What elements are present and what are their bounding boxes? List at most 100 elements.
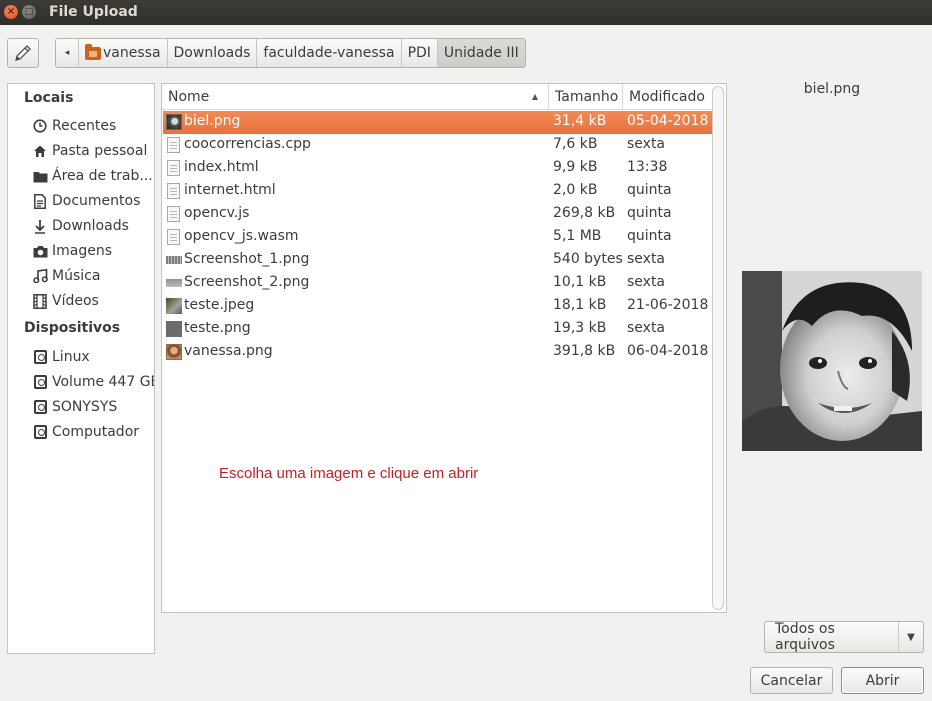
file-row[interactable]: opencv_js.wasm 5,1 MB quinta [163, 226, 713, 249]
file-type-filter[interactable]: Todos os arquivos ▼ [764, 621, 924, 653]
title-bar: × □ File Upload [0, 0, 932, 25]
instruction-text: Escolha uma imagem e clique em abrir [219, 465, 479, 482]
file-name: opencv.js [184, 205, 250, 221]
window-title: File Upload [49, 4, 138, 20]
folder-icon [32, 168, 48, 184]
crumb-faculdade-vanessa[interactable]: faculdade-vanessa [256, 39, 400, 67]
file-name: teste.jpeg [184, 297, 255, 313]
column-header-modified[interactable]: Modificado [623, 84, 713, 110]
sidebar-item-area-de-trabalho[interactable]: Área de trab... [32, 165, 153, 187]
file-row[interactable]: vanessa.png 391,8 kB 06-04-2018 [163, 341, 713, 364]
file-list: Nome ▲ Tamanho Modificado biel.png 31,4 … [161, 83, 727, 613]
file-modified: 05-04-2018 [627, 113, 709, 129]
file-size: 2,0 kB [553, 182, 598, 198]
file-row[interactable]: index.html 9,9 kB 13:38 [163, 157, 713, 180]
html-file-icon [167, 183, 180, 199]
image-thumbnail-icon [166, 321, 182, 337]
file-size: 9,9 kB [553, 159, 598, 175]
sidebar-item-computador[interactable]: Computador [32, 421, 139, 443]
file-name: coocorrencias.cpp [184, 136, 311, 152]
sidebar-item-label: Documentos [52, 193, 141, 209]
file-row[interactable]: Screenshot_2.png 10,1 kB sexta [163, 272, 713, 295]
sidebar-item-recentes[interactable]: Recentes [32, 115, 116, 137]
file-size: 18,1 kB [553, 297, 607, 313]
drive-icon [33, 375, 47, 389]
file-modified: sexta [627, 136, 666, 152]
crumb-unidade-iii[interactable]: Unidade III [436, 39, 525, 67]
file-row[interactable]: teste.jpeg 18,1 kB 21-06-2018 [163, 295, 713, 318]
image-thumbnail-icon [166, 298, 182, 314]
maximize-window-button[interactable]: □ [22, 5, 36, 19]
column-header-size[interactable]: Tamanho [549, 84, 623, 110]
dispositivos-header: Dispositivos [24, 320, 121, 336]
file-name: Screenshot_1.png [184, 251, 310, 267]
file-size: 7,6 kB [553, 136, 598, 152]
crumb-label: Unidade III [443, 45, 519, 61]
sidebar-item-videos[interactable]: Vídeos [32, 290, 99, 312]
file-name: opencv_js.wasm [184, 228, 299, 244]
crumb-label: faculdade-vanessa [263, 45, 395, 61]
home-icon [32, 143, 48, 159]
file-modified: 13:38 [627, 159, 668, 175]
sidebar-item-linux[interactable]: Linux [32, 346, 90, 368]
column-header-label: Nome [168, 88, 210, 105]
file-size: 269,8 kB [553, 205, 616, 221]
path-back-button[interactable]: ◂ [56, 39, 78, 67]
home-folder-icon [85, 43, 101, 60]
file-size: 19,3 kB [553, 320, 607, 336]
sidebar-item-label: Volume 447 GB [52, 374, 155, 390]
crumb-label: Downloads [173, 45, 251, 61]
file-modified: sexta [627, 320, 666, 336]
file-row[interactable]: coocorrencias.cpp 7,6 kB sexta [163, 134, 713, 157]
cancel-button[interactable]: Cancelar [750, 667, 833, 694]
path-bar: ◂ vanessa Downloads faculdade-vanessa PD… [55, 38, 526, 68]
crumb-downloads[interactable]: Downloads [166, 39, 257, 67]
sidebar-item-label: Música [52, 268, 101, 284]
file-row[interactable]: Screenshot_1.png 540 bytes sexta [163, 249, 713, 272]
maximize-icon: □ [24, 6, 34, 17]
music-icon [32, 268, 48, 284]
sidebar-item-label: Pasta pessoal [52, 143, 148, 159]
sidebar-item-imagens[interactable]: Imagens [32, 240, 112, 262]
sidebar-item-label: SONYSYS [52, 399, 118, 415]
file-modified: sexta [627, 274, 666, 290]
crumb-vanessa[interactable]: vanessa [78, 39, 167, 67]
chevron-left-icon: ◂ [64, 48, 70, 58]
column-header-name[interactable]: Nome ▲ [162, 84, 549, 110]
drive-icon [33, 400, 47, 414]
file-row[interactable]: biel.png 31,4 kB 05-04-2018 [163, 111, 713, 134]
sidebar-item-label: Imagens [52, 243, 113, 259]
file-name: index.html [184, 159, 259, 175]
file-modified: quinta [627, 205, 672, 221]
type-location-button[interactable] [7, 38, 39, 68]
file-modified: quinta [627, 228, 672, 244]
film-icon [32, 293, 48, 309]
sidebar-item-volume-447gb[interactable]: Volume 447 GB [32, 371, 155, 393]
sidebar-item-label: Recentes [52, 118, 117, 134]
drive-icon [33, 350, 47, 364]
close-window-button[interactable]: × [4, 5, 18, 19]
file-name: vanessa.png [184, 343, 273, 359]
file-row[interactable]: teste.png 19,3 kB sexta [163, 318, 713, 341]
file-row[interactable]: opencv.js 269,8 kB quinta [163, 203, 713, 226]
image-thumbnail-icon [166, 256, 182, 264]
sidebar-item-musica[interactable]: Música [32, 265, 100, 287]
text-file-icon [167, 137, 180, 153]
sidebar-item-pasta-pessoal[interactable]: Pasta pessoal [32, 140, 147, 162]
sidebar-item-documentos[interactable]: Documentos [32, 190, 140, 212]
file-name: internet.html [184, 182, 276, 198]
sidebar-item-label: Área de trab... [52, 168, 153, 184]
preview-filename: biel.png [803, 81, 861, 97]
sidebar-item-label: Computador [52, 424, 140, 440]
file-row[interactable]: internet.html 2,0 kB quinta [163, 180, 713, 203]
vertical-scrollbar[interactable] [712, 86, 724, 610]
file-modified: 21-06-2018 [627, 297, 709, 313]
open-button[interactable]: Abrir [841, 667, 924, 694]
pencil-icon [15, 45, 31, 61]
sidebar-item-label: Linux [52, 349, 90, 365]
file-modified: quinta [627, 182, 672, 198]
crumb-pdi[interactable]: PDI [400, 39, 437, 67]
sidebar-item-sonysys[interactable]: SONYSYS [32, 396, 117, 418]
binary-file-icon [167, 229, 180, 245]
sidebar-item-downloads[interactable]: Downloads [32, 215, 129, 237]
